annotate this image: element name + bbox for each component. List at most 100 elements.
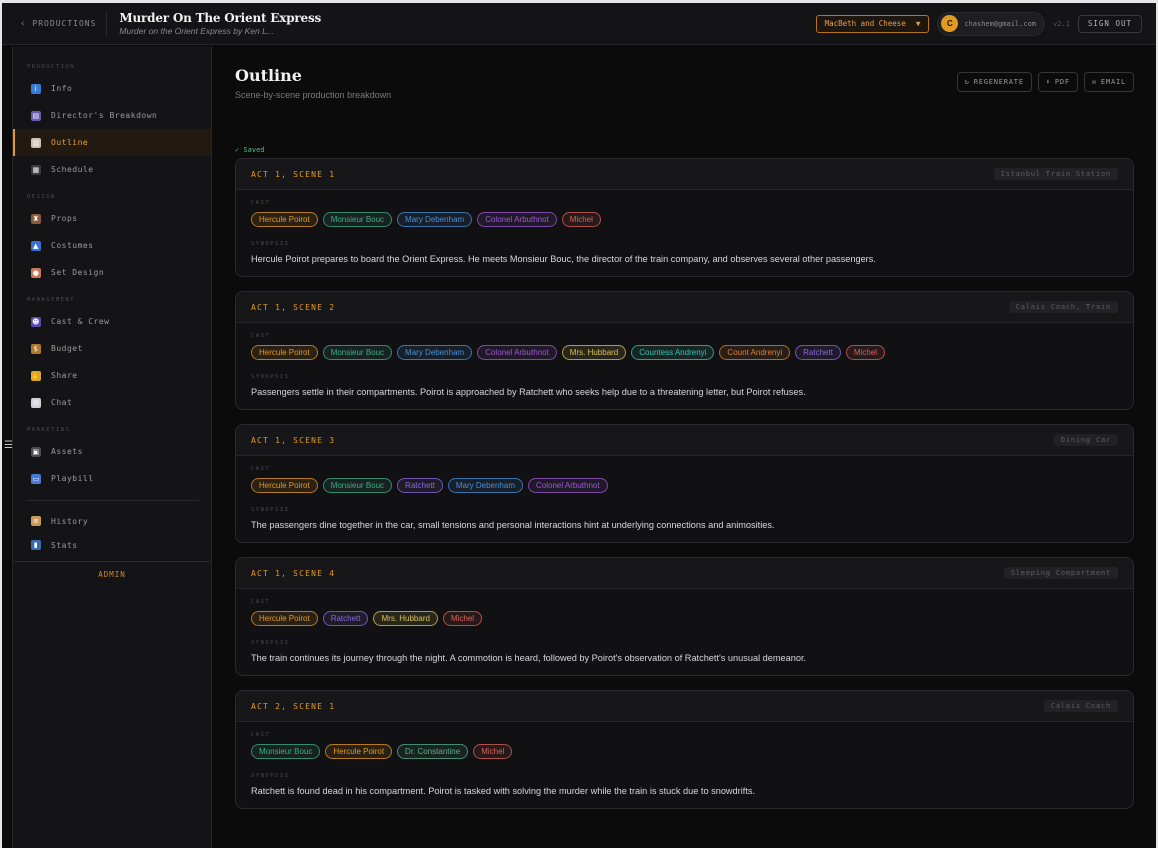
cast-chip[interactable]: Monsieur Bouc (322, 478, 393, 493)
cast-chip[interactable]: Mrs. Hubbard (561, 345, 627, 360)
top-bar: ‹ PRODUCTIONS Murder On The Orient Expre… (2, 3, 1156, 45)
scene-body: CAST Hercule Poirot Monsieur Bouc Mary Debe… (236, 323, 1133, 409)
sidebar-item-info[interactable]: i Info (13, 75, 211, 102)
cast-chip[interactable]: Hercule Poirot (251, 611, 318, 626)
sidebar-item-outline[interactable]: ▥ Outline (13, 129, 211, 156)
synopsis-label: SYNOPSIS (251, 773, 290, 779)
scene-header[interactable]: ACT 2, SCENE 1 Calais Coach (236, 691, 1133, 722)
sidebar-item-set-design[interactable]: ● Set Design (13, 259, 211, 286)
cast-chip[interactable]: Michel (442, 611, 483, 626)
cast-chip[interactable]: Mary Debenham (397, 345, 473, 360)
sidebar-item-label: Share (51, 371, 78, 380)
cast-chip[interactable]: Ratchett (795, 345, 841, 360)
cast-chip[interactable]: Colonel Arbuthnot (527, 478, 608, 493)
production-select-value: MacBeth and Cheese (824, 19, 906, 28)
book-icon: ▭ (31, 473, 41, 484)
app-window: ‹ PRODUCTIONS Murder On The Orient Expre… (0, 0, 1158, 848)
chevron-left-icon: ‹ (20, 18, 27, 29)
cast-chip[interactable]: Hercule Poirot (251, 345, 318, 360)
mail-icon: ✉ (1091, 78, 1097, 86)
sidebar-item-schedule[interactable]: ▦ Schedule (13, 156, 211, 183)
sidebar-item-label: Outline (51, 138, 89, 147)
action-label: PDF (1054, 78, 1070, 86)
cast-chip[interactable]: Monsieur Bouc (322, 212, 393, 227)
sidebar-item-costumes[interactable]: ▲ Costumes (13, 232, 211, 259)
scene-card: ACT 1, SCENE 1 Istanbul Train Station CAST… (235, 158, 1134, 277)
cast-list: Monsieur Bouc Hercule Poirot Dr. Constanti… (251, 744, 1118, 759)
saved-status: ✓ Saved (235, 146, 265, 154)
sidebar-item-history[interactable]: ≡ History (13, 509, 211, 533)
scene-body: CAST Monsieur Bouc Hercule Poirot Dr. Const… (236, 722, 1133, 808)
cast-chip[interactable]: Mrs. Hubbard (373, 611, 438, 626)
email-button[interactable]: ✉ EMAIL (1083, 72, 1134, 92)
scene-location-badge: Sleeping Compartment (1003, 567, 1118, 579)
cast-list: Hercule Poirot Monsieur Bouc Ratchett Mary … (251, 478, 1118, 493)
scene-header[interactable]: ACT 1, SCENE 2 Calais Coach, Train (236, 292, 1133, 323)
sidebar-section-label: MARKETING (27, 427, 71, 433)
cast-chip[interactable]: Ratchett (322, 611, 369, 626)
sidebar-item-stats[interactable]: ▮ Stats (13, 533, 211, 557)
sidebar-item-budget[interactable]: $ Budget (13, 335, 211, 362)
cast-chip[interactable]: Count Andrenyi (719, 345, 791, 360)
cast-chip[interactable]: Colonel Arbuthnot (477, 345, 557, 360)
cast-chip[interactable]: Michel (845, 345, 886, 360)
scene-number: ACT 2, SCENE 1 (251, 701, 336, 711)
cast-chip[interactable]: Mary Debenham (397, 212, 473, 227)
cast-chip[interactable]: Dr. Constantine (397, 744, 469, 759)
sidebar-item-label: Schedule (51, 165, 94, 174)
cast-chip[interactable]: Hercule Poirot (325, 744, 393, 759)
sidebar-item-share[interactable]: ✋ Share (13, 362, 211, 389)
cast-chip[interactable]: Hercule Poirot (251, 478, 318, 493)
scene-header[interactable]: ACT 1, SCENE 4 Sleeping Compartment (236, 558, 1133, 589)
sidebar-item-chat[interactable]: ✉ Chat (13, 389, 211, 416)
sidebar-item-label: Director's Breakdown (51, 111, 158, 120)
cast-label: CAST (251, 599, 271, 605)
cast-label: CAST (251, 732, 271, 738)
scene-number: ACT 1, SCENE 2 (251, 302, 336, 312)
scene-location-badge: Istanbul Train Station (993, 168, 1118, 180)
caret-down-icon: ▼ (915, 19, 921, 28)
cast-chip[interactable]: Michel (473, 744, 513, 759)
sidebar-item-label: Chat (51, 398, 73, 407)
sidebar: PRODUCTION i Info ▤ Director's Breakdown ▥ Out… (12, 46, 212, 848)
scene-header[interactable]: ACT 1, SCENE 1 Istanbul Train Station (236, 159, 1133, 190)
cast-chip[interactable]: Hercule Poirot (251, 212, 318, 227)
sidebar-item-label: Info (51, 84, 73, 93)
cast-chip[interactable]: Monsieur Bouc (251, 744, 321, 759)
scene-header[interactable]: ACT 1, SCENE 3 Dining Car (236, 425, 1133, 456)
scroll-icon: ≡ (31, 516, 41, 526)
sidebar-item-playbill[interactable]: ▭ Playbill (13, 465, 211, 492)
sidebar-resize-handle-icon[interactable]: ☰ (4, 441, 13, 451)
user-menu[interactable]: C chashem@gmail.com (937, 11, 1046, 36)
back-to-productions-button[interactable]: ‹ PRODUCTIONS (2, 11, 108, 36)
cast-chip[interactable]: Ratchett (397, 478, 443, 493)
main-content: Outline Scene-by-scene production breakd… (213, 46, 1156, 848)
synopsis-label: SYNOPSIS (251, 374, 290, 380)
sidebar-item-director-s-breakdown[interactable]: ▤ Director's Breakdown (13, 102, 211, 129)
production-select[interactable]: MacBeth and Cheese ▼ (815, 14, 930, 33)
admin-link[interactable]: ADMIN (13, 561, 211, 579)
cast-chip[interactable]: Mary Debenham (447, 478, 523, 493)
cast-label: CAST (251, 466, 271, 472)
pdf-button[interactable]: ⬇ PDF (1037, 72, 1078, 92)
cast-chip[interactable]: Michel (561, 212, 601, 227)
sign-out-button[interactable]: SIGN OUT (1077, 14, 1142, 33)
cast-list: Hercule Poirot Ratchett Mrs. Hubbard Michel (251, 611, 1118, 626)
cast-chip[interactable]: Colonel Arbuthnot (477, 212, 557, 227)
regenerate-button[interactable]: ↻ REGENERATE (956, 72, 1032, 92)
scene-card: ACT 2, SCENE 1 Calais Coach CAST Monsieur B… (235, 690, 1134, 809)
sidebar-item-label: Budget (51, 344, 83, 353)
cast-chip[interactable]: Countess Andrenyi (631, 345, 715, 360)
sidebar-item-cast-crew[interactable]: ☻ Cast & Crew (13, 308, 211, 335)
action-label: EMAIL (1100, 78, 1126, 86)
sidebar-item-props[interactable]: ♜ Props (13, 205, 211, 232)
image-icon: ▣ (31, 446, 41, 457)
sidebar-item-label: Props (51, 214, 78, 223)
sidebar-item-assets[interactable]: ▣ Assets (13, 438, 211, 465)
handshake-icon: ✋ (31, 370, 41, 381)
cast-chip[interactable]: Monsieur Bouc (322, 345, 393, 360)
sidebar-extra: ≡ History ▮ Stats (13, 509, 211, 557)
sidebar-divider (27, 500, 199, 501)
sidebar-section-label: MANAGEMENT (27, 297, 76, 303)
chair-icon: ♜ (31, 213, 41, 224)
